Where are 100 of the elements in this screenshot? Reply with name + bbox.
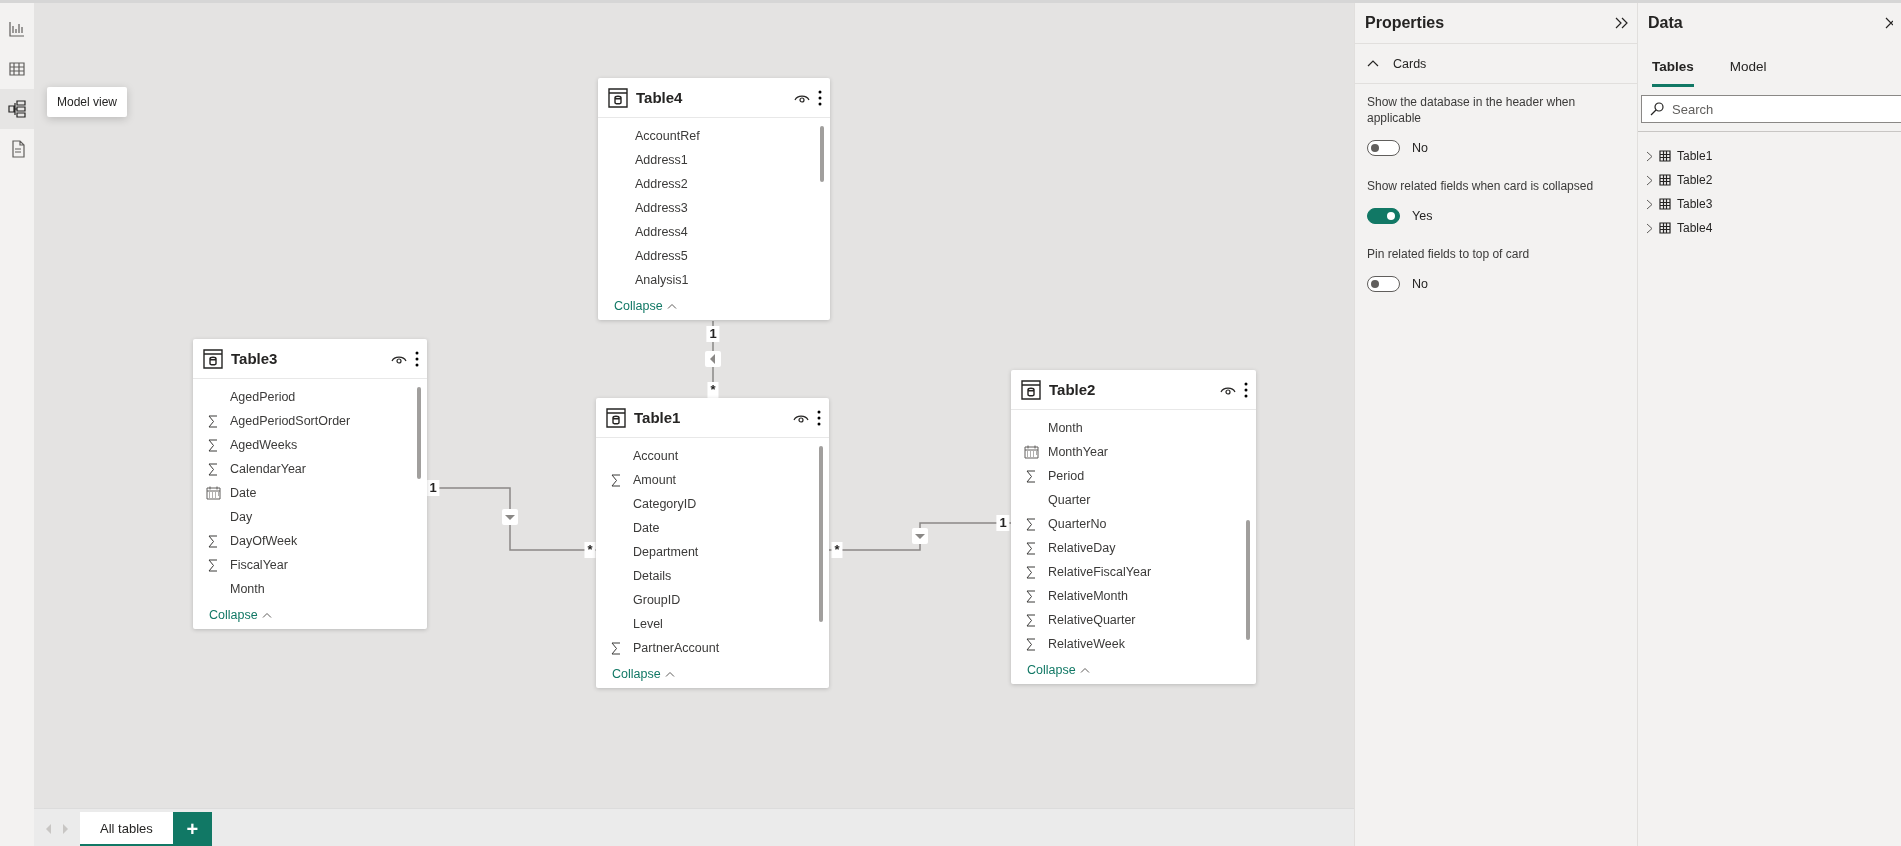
close-icon[interactable]	[1885, 17, 1893, 29]
grid-icon	[1659, 150, 1671, 162]
field-name[interactable]: Date	[633, 521, 660, 535]
chevron-up-icon	[1079, 667, 1090, 673]
toggle-value: No	[1412, 277, 1428, 291]
field-name[interactable]: Month	[1048, 421, 1083, 435]
table-card[interactable]: Table2 Month MonthYear Period Quarter QuarterNo RelativeDay RelativeFiscalYear RelativeMonth RelativeQuarter RelativeWeek Collapse	[1011, 370, 1256, 684]
cardinality-label: 1	[706, 326, 720, 342]
more-icon[interactable]	[817, 409, 821, 426]
panel-tab[interactable]: Model	[1729, 55, 1767, 87]
field-name[interactable]: Address1	[635, 153, 688, 167]
sigma-icon	[1026, 613, 1036, 627]
toggle-switch[interactable]	[1367, 208, 1400, 224]
setting-label: Show related fields when card is collapsed	[1367, 178, 1595, 194]
table-card[interactable]: Table1 Account Amount CategoryID Date Department Details GroupID Level PartnerAccount Collapse	[596, 398, 829, 688]
scrollbar-thumb[interactable]	[819, 446, 823, 622]
bar-chart-icon	[9, 21, 25, 37]
field-name[interactable]: RelativeQuarter	[1048, 613, 1136, 627]
more-icon[interactable]	[1244, 381, 1248, 398]
field-name[interactable]: Amount	[633, 473, 677, 487]
field-name[interactable]: GroupID	[633, 593, 681, 607]
field-name[interactable]: Department	[633, 545, 699, 559]
field-name[interactable]: Details	[633, 569, 672, 583]
card-title: Table3	[231, 350, 279, 367]
section-header[interactable]: Cards	[1355, 43, 1637, 84]
table-icon	[608, 87, 628, 108]
chevron-icon	[1367, 60, 1379, 67]
field-name[interactable]: Address4	[635, 225, 688, 239]
tree-item[interactable]: Table2	[1638, 168, 1901, 192]
more-icon[interactable]	[818, 89, 822, 106]
field-name[interactable]: PartnerAccount	[633, 641, 720, 655]
model-icon	[8, 100, 26, 118]
chevron-icon[interactable]	[1646, 222, 1653, 234]
field-name[interactable]: CategoryID	[633, 497, 697, 511]
field-name[interactable]: RelativeMonth	[1048, 589, 1128, 603]
field-name[interactable]: CalendarYear	[230, 462, 306, 476]
sigma-icon	[208, 534, 218, 548]
field-name[interactable]: Account	[633, 449, 679, 463]
sigma-icon	[208, 414, 218, 428]
field-name[interactable]: AccountRef	[635, 129, 700, 143]
field-name[interactable]: Level	[633, 617, 663, 631]
tree-item[interactable]: Table1	[1638, 144, 1901, 168]
table-icon	[203, 348, 223, 369]
table-icon	[606, 407, 626, 428]
toggle-switch[interactable]	[1367, 276, 1400, 292]
field-name[interactable]: RelativeFiscalYear	[1048, 565, 1152, 579]
view-button[interactable]	[0, 89, 34, 129]
collapse-link[interactable]: Collapse	[193, 605, 427, 629]
field-name[interactable]: FiscalYear	[230, 558, 288, 572]
table-card[interactable]: Table3 AgedPeriod AgedPeriodSortOrder AgedWeeks CalendarYear Date Day DayOfWeek FiscalYear Month Collapse	[193, 339, 427, 629]
field-name[interactable]: Period	[1048, 469, 1085, 483]
scrollbar-thumb[interactable]	[820, 126, 824, 182]
toggle-value: Yes	[1412, 209, 1433, 223]
field-name[interactable]: Quarter	[1048, 493, 1091, 507]
tree-item[interactable]: Table3	[1638, 192, 1901, 216]
layout-tab[interactable]: All tables	[80, 812, 173, 846]
collapse-link[interactable]: Collapse	[1011, 660, 1256, 684]
field-name[interactable]: Month	[230, 582, 265, 596]
search-field[interactable]: Search	[1641, 95, 1901, 123]
table-name: Table4	[1677, 221, 1713, 235]
field-name[interactable]: RelativeWeek	[1048, 637, 1125, 651]
card-title: Table4	[636, 89, 684, 106]
chevron-icon[interactable]	[1646, 198, 1653, 210]
field-name[interactable]: Address5	[635, 249, 688, 263]
field-name[interactable]: MonthYear	[1048, 445, 1108, 459]
field-name[interactable]: Day	[230, 510, 253, 524]
cardinality-label: *	[707, 382, 719, 398]
field-name[interactable]: RelativeDay	[1048, 541, 1116, 555]
field-name[interactable]: DayOfWeek	[230, 534, 298, 548]
more-icon[interactable]	[415, 350, 419, 367]
sigma-icon	[208, 438, 218, 452]
add-button[interactable]: +	[172, 812, 212, 846]
sigma-icon	[1026, 517, 1036, 531]
field-name[interactable]: QuarterNo	[1048, 517, 1107, 531]
scrollbar-thumb[interactable]	[1246, 520, 1250, 640]
card-title: Table2	[1049, 381, 1097, 398]
field-name[interactable]: Analysis1	[635, 273, 689, 287]
scrollbar-thumb[interactable]	[417, 387, 421, 479]
search-icon	[1650, 102, 1664, 116]
collapse-panel-icon[interactable]	[1615, 17, 1629, 29]
field-name[interactable]: Address2	[635, 177, 688, 191]
collapse-link[interactable]: Collapse	[598, 296, 830, 320]
panel-tab[interactable]: Tables	[1652, 55, 1694, 87]
toggle-switch[interactable]	[1367, 140, 1400, 156]
collapse-link[interactable]: Collapse	[596, 664, 829, 688]
tooltip: Model view	[47, 87, 128, 117]
field-name[interactable]: AgedPeriod	[230, 390, 296, 404]
chevron-icon[interactable]	[1646, 174, 1653, 186]
field-name[interactable]: AgedPeriodSortOrder	[230, 414, 351, 428]
field-name[interactable]: Address3	[635, 201, 688, 215]
table-card[interactable]: Table4 AccountRef Address1 Address2 Address3 Address4 Address5 Analysis1 Collapse	[598, 78, 830, 320]
tree-item[interactable]: Table4	[1638, 216, 1901, 240]
sigma-icon	[611, 473, 621, 487]
toggle-value: No	[1412, 141, 1428, 155]
grid-icon	[1659, 198, 1671, 210]
field-name[interactable]: Date	[230, 486, 257, 500]
cardinality-label: *	[584, 542, 596, 558]
grid-icon	[1659, 222, 1671, 234]
chevron-icon[interactable]	[1646, 150, 1653, 162]
field-name[interactable]: AgedWeeks	[230, 438, 298, 452]
